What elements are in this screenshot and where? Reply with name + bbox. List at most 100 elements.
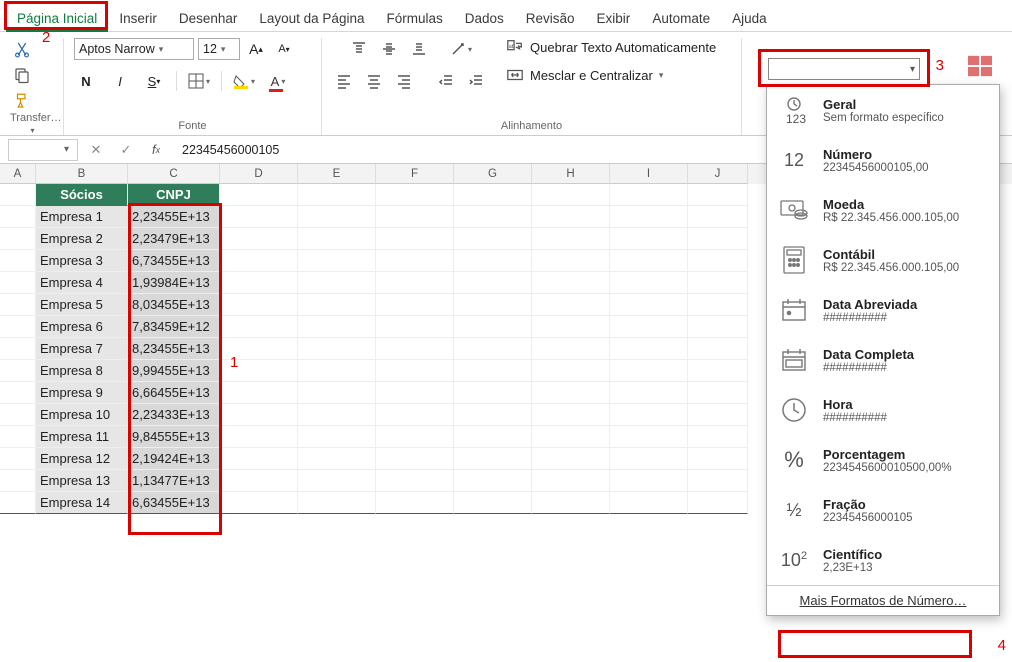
align-middle-button[interactable] xyxy=(377,38,401,60)
cell-empty[interactable] xyxy=(454,360,532,382)
cell-empty[interactable] xyxy=(610,382,688,404)
cell-empty[interactable] xyxy=(220,382,298,404)
wrap-text-button[interactable]: ab Quebrar Texto Automaticamente xyxy=(506,38,716,56)
tab-página-inicial[interactable]: Página Inicial xyxy=(6,5,108,31)
format-option-porcentagem[interactable]: %Porcentagem2234545600010500,00% xyxy=(767,435,999,485)
cell-empty[interactable] xyxy=(532,272,610,294)
cell-empty[interactable] xyxy=(688,382,748,404)
cell-empty[interactable] xyxy=(610,426,688,448)
cell-empty[interactable] xyxy=(688,294,748,316)
cell-socio[interactable]: Empresa 6 xyxy=(36,316,128,338)
cell-empty[interactable] xyxy=(454,338,532,360)
cell-cnpj[interactable]: 2,23455E+13 xyxy=(128,206,220,228)
cell-empty[interactable] xyxy=(298,272,376,294)
cell-empty[interactable] xyxy=(688,426,748,448)
cell-empty[interactable] xyxy=(454,404,532,426)
cell-empty[interactable] xyxy=(376,448,454,470)
cell-empty[interactable] xyxy=(0,404,36,426)
cell-empty[interactable] xyxy=(298,206,376,228)
align-bottom-button[interactable] xyxy=(407,38,431,60)
conditional-formatting-button[interactable] xyxy=(968,55,992,77)
decrease-font-button[interactable]: A▾ xyxy=(272,38,296,60)
format-option-científico[interactable]: 102Científico2,23E+13 xyxy=(767,535,999,585)
tab-layout-da-página[interactable]: Layout da Página xyxy=(248,5,375,31)
cell-empty[interactable] xyxy=(0,250,36,272)
cell-empty[interactable] xyxy=(376,272,454,294)
cell-empty[interactable] xyxy=(220,206,298,228)
cell-socio[interactable]: Empresa 1 xyxy=(36,206,128,228)
cell-empty[interactable] xyxy=(298,250,376,272)
borders-button[interactable] xyxy=(187,70,211,92)
cell-empty[interactable] xyxy=(454,272,532,294)
cell-socio[interactable]: Empresa 5 xyxy=(36,294,128,316)
enter-formula-button[interactable]: ✓ xyxy=(114,139,138,161)
format-option-geral[interactable]: 123GeralSem formato específico xyxy=(767,85,999,135)
align-top-button[interactable] xyxy=(347,38,371,60)
cell-socio[interactable]: Empresa 14 xyxy=(36,492,128,514)
cell-empty[interactable] xyxy=(532,250,610,272)
cell-empty[interactable] xyxy=(0,184,36,206)
cell-empty[interactable] xyxy=(610,294,688,316)
bold-button[interactable]: N xyxy=(74,70,98,92)
cell-empty[interactable] xyxy=(610,492,688,514)
cell-empty[interactable] xyxy=(0,338,36,360)
cell-empty[interactable] xyxy=(220,426,298,448)
tab-automate[interactable]: Automate xyxy=(641,5,721,31)
cell-empty[interactable] xyxy=(454,426,532,448)
merge-center-button[interactable]: Mesclar e Centralizar ▾ xyxy=(506,66,663,84)
cell-empty[interactable] xyxy=(376,338,454,360)
cell-empty[interactable] xyxy=(610,206,688,228)
italic-button[interactable]: I xyxy=(108,70,132,92)
cell-empty[interactable] xyxy=(298,404,376,426)
cell-empty[interactable] xyxy=(220,404,298,426)
cell-empty[interactable] xyxy=(220,492,298,514)
cell-socio[interactable]: Empresa 9 xyxy=(36,382,128,404)
cell-empty[interactable] xyxy=(376,426,454,448)
cell-empty[interactable] xyxy=(688,250,748,272)
cell-empty[interactable] xyxy=(688,272,748,294)
cell-empty[interactable] xyxy=(688,338,748,360)
cell-cnpj[interactable]: 6,73455E+13 xyxy=(128,250,220,272)
cell-empty[interactable] xyxy=(688,492,748,514)
cell-empty[interactable] xyxy=(688,448,748,470)
decrease-indent-button[interactable] xyxy=(434,70,458,92)
tab-revisão[interactable]: Revisão xyxy=(515,5,586,31)
cell-empty[interactable] xyxy=(454,206,532,228)
align-center-button[interactable] xyxy=(362,70,386,92)
format-option-número[interactable]: 12Número22345456000105,00 xyxy=(767,135,999,185)
cell-empty[interactable] xyxy=(532,404,610,426)
cell-empty[interactable] xyxy=(610,316,688,338)
cell-cnpj[interactable]: 2,23433E+13 xyxy=(128,404,220,426)
col-header-J[interactable]: J xyxy=(688,164,748,184)
cell-socio[interactable]: Empresa 11 xyxy=(36,426,128,448)
cell-empty[interactable] xyxy=(610,250,688,272)
clipboard-group-label[interactable]: Transfer… xyxy=(10,112,53,139)
number-format-combo[interactable]: ▾ xyxy=(768,58,920,80)
cell-empty[interactable] xyxy=(454,492,532,514)
name-box[interactable]: ▾ xyxy=(8,139,78,161)
cell-socio[interactable]: Empresa 3 xyxy=(36,250,128,272)
header-socios[interactable]: Sócios xyxy=(36,184,128,206)
cell-empty[interactable] xyxy=(376,250,454,272)
increase-indent-button[interactable] xyxy=(464,70,488,92)
cell-empty[interactable] xyxy=(454,250,532,272)
cell-empty[interactable] xyxy=(610,470,688,492)
cell-empty[interactable] xyxy=(298,338,376,360)
cell-socio[interactable]: Empresa 10 xyxy=(36,404,128,426)
cell-cnpj[interactable]: 6,63455E+13 xyxy=(128,492,220,514)
dropdown-list[interactable]: 123GeralSem formato específico12Número22… xyxy=(767,85,999,585)
cell-socio[interactable]: Empresa 8 xyxy=(36,360,128,382)
cell-empty[interactable] xyxy=(298,316,376,338)
cell-empty[interactable] xyxy=(376,228,454,250)
cell-empty[interactable] xyxy=(376,294,454,316)
cell-empty[interactable] xyxy=(454,294,532,316)
format-option-fração[interactable]: ½Fração22345456000105 xyxy=(767,485,999,535)
cell-empty[interactable] xyxy=(376,404,454,426)
cell-empty[interactable] xyxy=(0,316,36,338)
cell-cnpj[interactable]: 2,23479E+13 xyxy=(128,228,220,250)
fx-button[interactable]: fx xyxy=(144,139,168,161)
cell-empty[interactable] xyxy=(688,470,748,492)
col-header-H[interactable]: H xyxy=(532,164,610,184)
cell-empty[interactable] xyxy=(220,228,298,250)
font-size-combo[interactable]: 12▾ xyxy=(198,38,240,60)
